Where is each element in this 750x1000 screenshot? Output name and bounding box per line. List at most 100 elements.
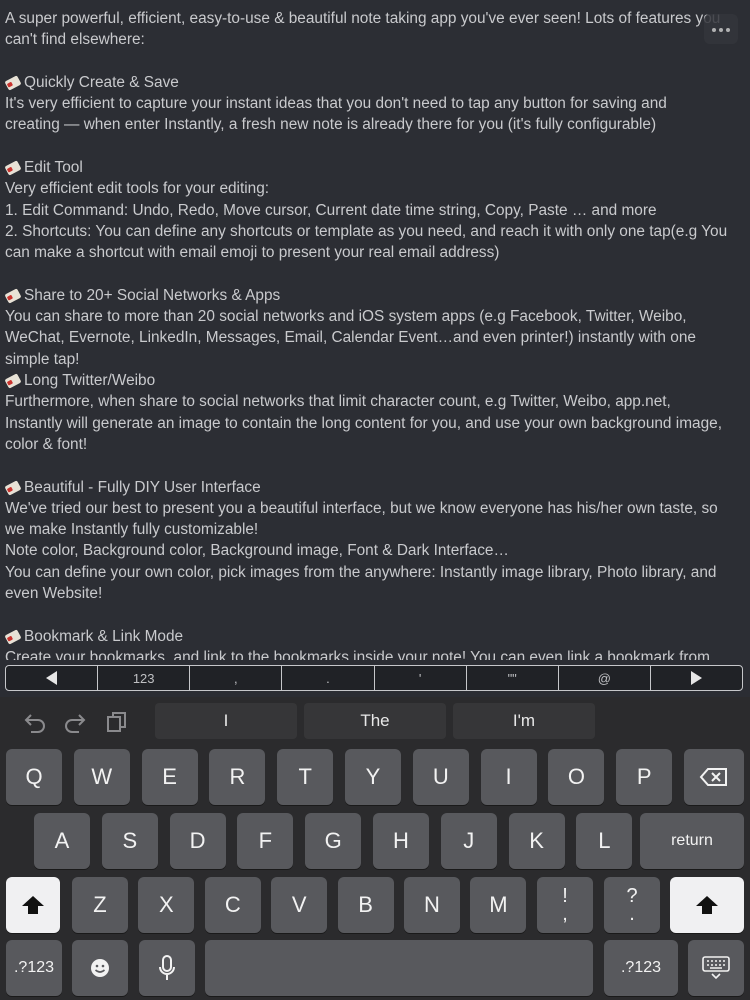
- key-y[interactable]: Y: [345, 749, 401, 805]
- key-q[interactable]: Q: [6, 749, 62, 805]
- dismiss-keyboard-key[interactable]: [688, 940, 744, 996]
- note-line-text: Create your bookmarks, and link to the b…: [5, 648, 710, 660]
- note-line-text: WeChat, Evernote, LinkedIn, Messages, Em…: [5, 329, 696, 347]
- key-r[interactable]: R: [209, 749, 266, 805]
- shift-key-right[interactable]: [670, 877, 744, 933]
- key-d[interactable]: D: [169, 813, 226, 869]
- key-h[interactable]: H: [373, 813, 429, 869]
- note-line: Instantly will generate an image to cont…: [5, 413, 745, 434]
- note-line-text: We've tried our best to present you a be…: [5, 499, 718, 517]
- key-t[interactable]: T: [277, 749, 334, 805]
- numbers-key-left[interactable]: .?123: [6, 940, 62, 996]
- key-i[interactable]: I: [480, 749, 537, 805]
- shift-icon: [22, 896, 44, 914]
- redo-icon[interactable]: [62, 711, 88, 733]
- memo-emoji-icon: [4, 479, 22, 496]
- key-l[interactable]: L: [576, 813, 633, 869]
- key-p[interactable]: P: [616, 749, 673, 805]
- emoji-key[interactable]: [72, 940, 128, 996]
- note-text[interactable]: A super powerful, efficient, easy-to-use…: [4, 8, 745, 660]
- note-line: color & font!: [5, 434, 745, 455]
- note-line: WeChat, Evernote, LinkedIn, Messages, Em…: [5, 327, 745, 348]
- emoji-icon: [91, 959, 109, 977]
- suggestion-1[interactable]: I: [155, 703, 297, 739]
- punct-bottom: ,: [562, 903, 568, 925]
- left-arrow-icon: [46, 671, 58, 685]
- paste-icon[interactable]: [104, 711, 130, 733]
- key-m[interactable]: M: [470, 877, 527, 933]
- undo-icon[interactable]: [22, 711, 48, 733]
- note-line: can't find elsewhere:: [5, 29, 745, 50]
- note-line: we make Instantly fully customizable!: [5, 519, 745, 540]
- key-n[interactable]: N: [404, 877, 460, 933]
- note-line: We've tried our best to present you a be…: [5, 498, 745, 519]
- note-line: Note color, Background color, Background…: [5, 540, 745, 561]
- key-x[interactable]: X: [138, 877, 195, 933]
- return-key[interactable]: return: [640, 813, 744, 869]
- toolbar-key[interactable]: ,: [190, 666, 283, 690]
- toolbar-key[interactable]: ': [375, 666, 467, 690]
- key-j[interactable]: J: [440, 813, 497, 869]
- backspace-key[interactable]: [684, 749, 744, 805]
- cursor-left-button[interactable]: [6, 666, 99, 690]
- shift-key-left[interactable]: [6, 877, 60, 933]
- toolbar-key[interactable]: .: [282, 666, 375, 690]
- key-e[interactable]: E: [141, 749, 198, 805]
- note-line-text: color & font!: [5, 435, 88, 453]
- note-line-text: Quickly Create & Save: [24, 73, 179, 91]
- note-line-text: You can share to more than 20 social net…: [5, 308, 687, 326]
- note-line-text: It's very efficient to capture your inst…: [5, 95, 667, 113]
- key-f[interactable]: F: [237, 813, 294, 869]
- key-w[interactable]: W: [73, 749, 130, 805]
- key-z[interactable]: Z: [72, 877, 128, 933]
- key-b[interactable]: B: [337, 877, 394, 933]
- note-line: It's very efficient to capture your inst…: [5, 93, 745, 114]
- note-line-text: Note color, Background color, Background…: [5, 542, 509, 560]
- note-line-text: 1. Edit Command: Undo, Redo, Move cursor…: [5, 201, 657, 219]
- note-line-text: Bookmark & Link Mode: [24, 627, 184, 645]
- numbers-key-right[interactable]: .?123: [604, 940, 678, 996]
- note-line: 1. Edit Command: Undo, Redo, Move cursor…: [5, 200, 745, 221]
- toolbar-key[interactable]: @: [559, 666, 651, 690]
- note-line: You can share to more than 20 social net…: [5, 306, 745, 327]
- memo-emoji-icon: [4, 373, 22, 389]
- suggestion-bar: I The I'm: [0, 703, 750, 741]
- note-line-text: You can define your own color, pick imag…: [5, 563, 717, 581]
- toolbar-key[interactable]: 123: [98, 666, 191, 690]
- note-line: 2. Shortcuts: You can define any shortcu…: [5, 221, 745, 242]
- suggestion-2[interactable]: The: [304, 703, 446, 739]
- question-period-key[interactable]: ?.: [604, 877, 660, 933]
- note-line: A super powerful, efficient, easy-to-use…: [5, 8, 745, 29]
- note-line-text: A super powerful, efficient, easy-to-use…: [5, 10, 721, 27]
- note-line: Very efficient edit tools for your editi…: [5, 178, 745, 199]
- key-c[interactable]: C: [204, 877, 261, 933]
- key-u[interactable]: U: [412, 749, 469, 805]
- note-line: Furthermore, when share to social networ…: [5, 391, 745, 412]
- note-line-text: Long Twitter/Weibo: [24, 372, 156, 390]
- toolbar-key[interactable]: "": [467, 666, 559, 690]
- key-o[interactable]: O: [548, 749, 605, 805]
- note-line-text: Instantly will generate an image to cont…: [5, 414, 722, 432]
- note-line-text: can make a shortcut with email emoji to …: [5, 244, 500, 262]
- key-v[interactable]: V: [271, 877, 328, 933]
- key-g[interactable]: G: [305, 813, 362, 869]
- note-editor[interactable]: A super powerful, efficient, easy-to-use…: [0, 0, 750, 660]
- suggestion-3[interactable]: I'm: [453, 703, 595, 739]
- note-line: even Website!: [5, 583, 745, 604]
- key-k[interactable]: K: [508, 813, 565, 869]
- microphone-icon: [159, 955, 175, 980]
- note-line-text: creating — when enter Instantly, a fresh…: [5, 116, 657, 134]
- key-a[interactable]: A: [34, 813, 90, 869]
- cursor-right-button[interactable]: [651, 666, 742, 690]
- note-line-text: Beautiful - Fully DIY User Interface: [24, 478, 261, 496]
- space-key[interactable]: [205, 940, 593, 996]
- keyboard-dismiss-icon: [702, 956, 730, 980]
- dictation-key[interactable]: [139, 940, 195, 996]
- more-menu-button[interactable]: [704, 14, 738, 44]
- key-s[interactable]: S: [101, 813, 158, 869]
- exclamation-comma-key[interactable]: !,: [537, 877, 593, 933]
- memo-emoji-icon: [4, 160, 22, 176]
- section-heading: Share to 20+ Social Networks & Apps: [4, 285, 745, 306]
- note-line-text: simple tap!: [5, 350, 80, 368]
